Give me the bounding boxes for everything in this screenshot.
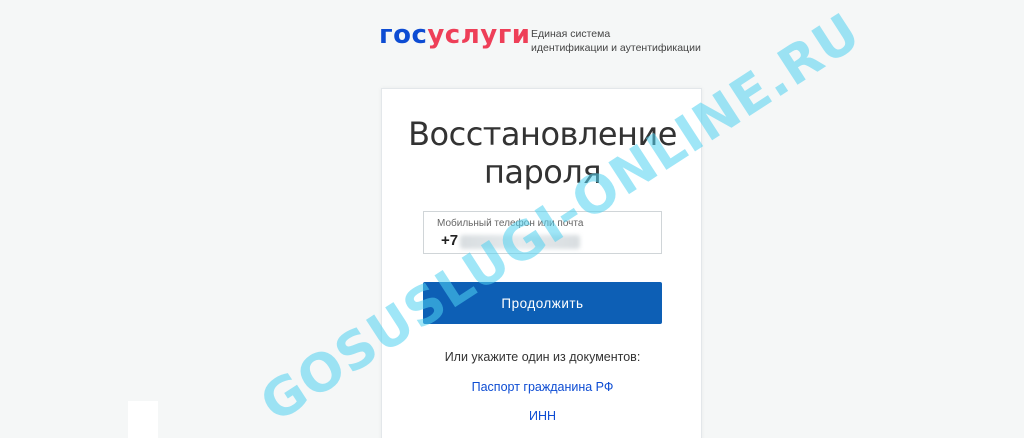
passport-link[interactable]: Паспорт гражданина РФ — [382, 380, 703, 394]
phone-or-email-field[interactable]: Мобильный телефон или почта +7 — [423, 211, 662, 254]
tagline-line-2: идентификации и аутентификации — [531, 42, 701, 54]
logo-part-uslugi: услуги — [427, 20, 531, 50]
continue-button[interactable]: Продолжить — [423, 282, 662, 324]
blurred-phone-number — [460, 235, 580, 249]
alternative-documents-text: Или укажите один из документов: — [444, 350, 641, 364]
field-label: Мобильный телефон или почта — [437, 218, 584, 229]
gosuslugi-logo[interactable]: госуслуги — [379, 20, 531, 50]
header: госуслуги Единая система идентификации и… — [0, 0, 1024, 88]
white-square — [128, 401, 158, 438]
password-recovery-card: Восстановление пароля Мобильный телефон … — [381, 88, 702, 438]
tagline-line-1: Единая система — [531, 28, 611, 40]
inn-link[interactable]: ИНН — [382, 409, 703, 423]
logo-tagline: Единая система идентификации и аутентифи… — [531, 27, 701, 55]
logo-part-gos: гос — [379, 20, 428, 50]
page-title: Восстановление пароля — [408, 115, 677, 191]
field-value: +7 — [441, 232, 459, 249]
